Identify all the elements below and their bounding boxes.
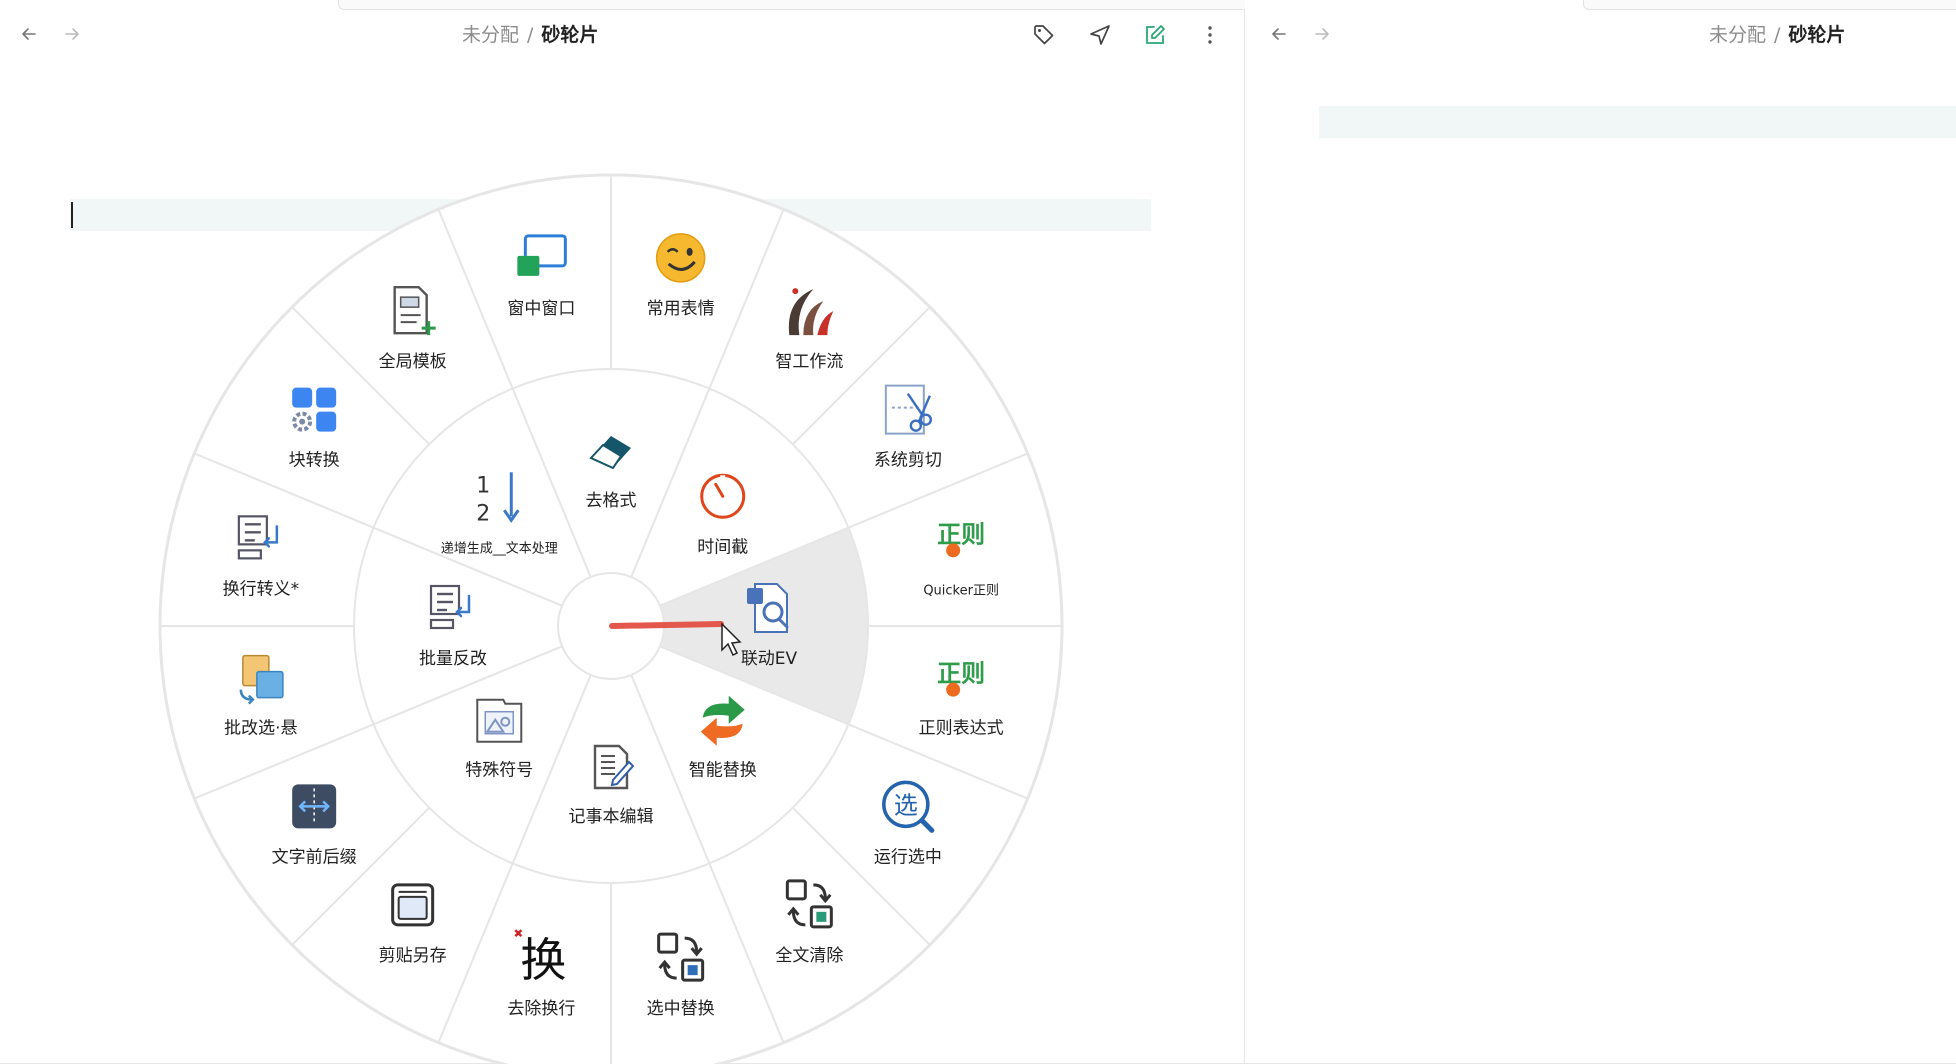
wheel-item-label: 运行选中 xyxy=(874,847,942,867)
wheel-item-label: 换行转义* xyxy=(223,579,300,599)
wheel-item-label: 批改选·悬 xyxy=(224,719,297,739)
svg-text:正则: 正则 xyxy=(937,660,985,688)
scissors-icon xyxy=(884,384,933,435)
wheel-item-label: 批量反改 xyxy=(419,649,487,669)
wheel-item-label: 递增生成__文本处理 xyxy=(441,541,558,556)
wheel-item-label: 记事本编辑 xyxy=(569,807,654,827)
wheel-item-label: 智能替换 xyxy=(689,761,757,781)
wheel-item-label: 选中替换 xyxy=(647,999,715,1019)
svg-text:选: 选 xyxy=(894,791,918,819)
wheel-item-label: 全局模板 xyxy=(379,352,447,372)
svg-text:2: 2 xyxy=(476,501,490,526)
wheel-item-label: 去除换行 xyxy=(507,999,575,1019)
clipboard-save-icon xyxy=(391,883,435,927)
wheel-item-label: 智工作流 xyxy=(775,352,843,372)
wheel-item-label: 正则表达式 xyxy=(919,719,1004,739)
svg-text:换: 换 xyxy=(520,933,566,987)
wheel-item-label: Quicker正则 xyxy=(923,583,999,598)
svg-text:正则: 正则 xyxy=(937,520,985,548)
gesture-stroke xyxy=(609,621,724,629)
wheel-item-label: 时间截 xyxy=(697,537,748,557)
wink-emoji-icon xyxy=(655,233,706,283)
prefix-suffix-icon xyxy=(292,784,337,829)
wheel-item-label: 特殊符号 xyxy=(465,761,533,781)
radial-action-wheel[interactable]: 去格式时间截联动EV 智能替换记事本编辑 特殊符号 批量反改 1 2 递增生成__文本处理 常… xyxy=(0,0,1956,1064)
wheel-item-label: 去格式 xyxy=(586,491,637,511)
remove-newline-icon: 换 xyxy=(514,929,566,987)
wheel-item-label: 全文清除 xyxy=(775,946,843,966)
wheel-item-label: 剪贴另存 xyxy=(379,946,447,966)
wheel-item-label: 块转换 xyxy=(289,451,340,471)
wheel-item-label: 系统剪切 xyxy=(874,451,942,471)
wheel-item-label: 文字前后缀 xyxy=(272,847,357,867)
svg-text:1: 1 xyxy=(476,473,490,498)
wheel-item-label: 常用表情 xyxy=(647,299,715,319)
wheel-item-label: 联动EV xyxy=(741,649,798,669)
wheel-item-label: 窗中窗口 xyxy=(507,299,575,319)
image-frame-icon xyxy=(476,698,523,743)
